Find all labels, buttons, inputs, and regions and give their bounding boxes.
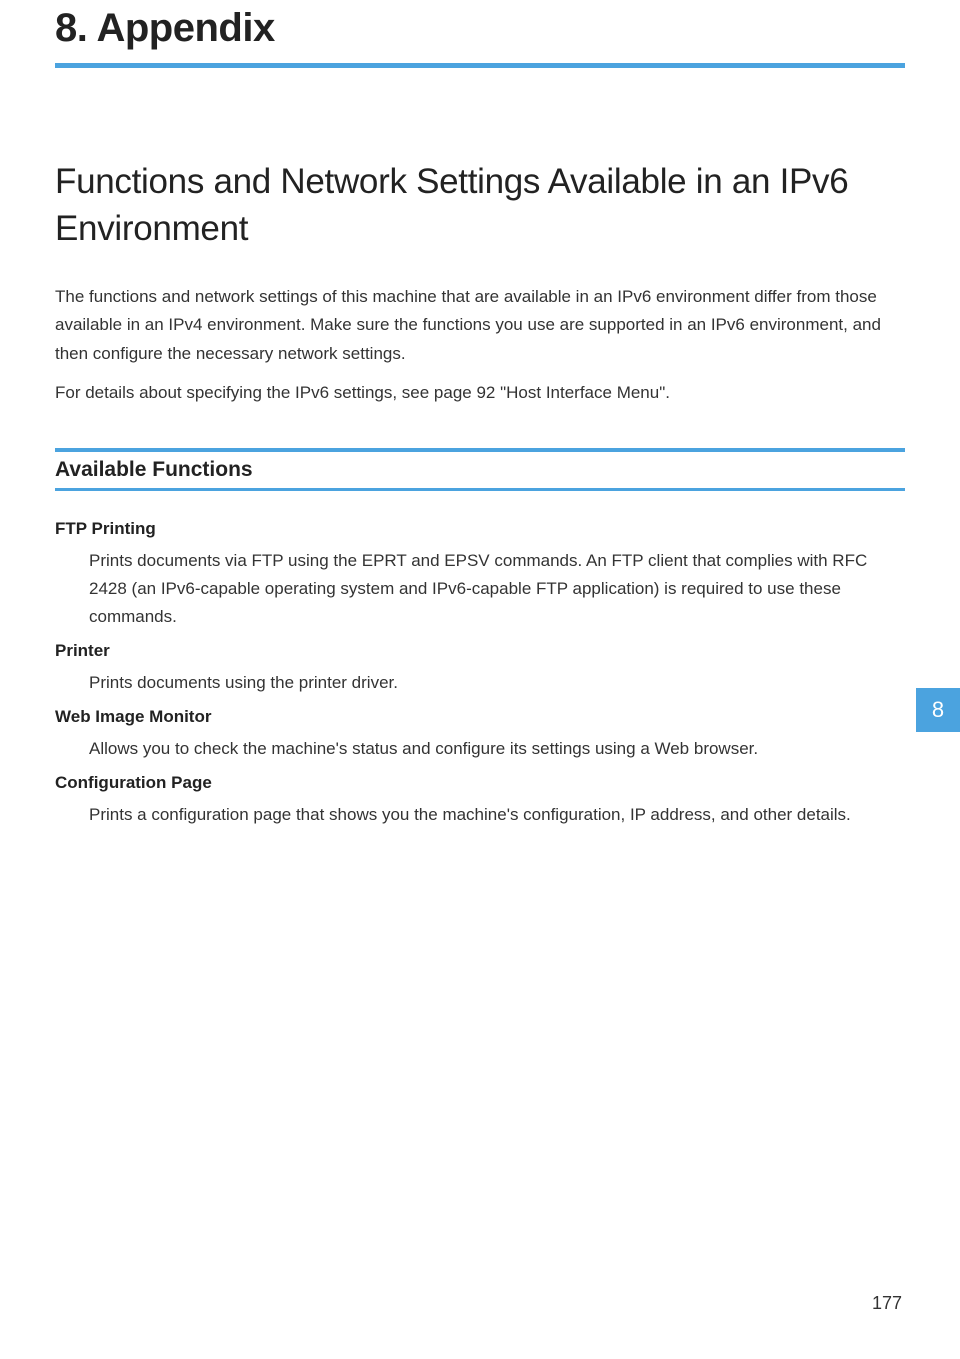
page-number: 177 bbox=[872, 1293, 902, 1314]
chapter-title: 8. Appendix bbox=[55, 0, 905, 63]
chapter-rule bbox=[55, 63, 905, 68]
subsection-title: Available Functions bbox=[55, 455, 905, 488]
function-term: Web Image Monitor bbox=[55, 707, 905, 727]
section-title: Functions and Network Settings Available… bbox=[55, 158, 905, 253]
intro-paragraph-1: The functions and network settings of th… bbox=[55, 283, 905, 370]
subsection-header: Available Functions bbox=[55, 448, 905, 491]
function-definition: Prints documents via FTP using the EPRT … bbox=[55, 547, 905, 631]
function-term: Configuration Page bbox=[55, 773, 905, 793]
function-term: Printer bbox=[55, 641, 905, 661]
function-list: FTP Printing Prints documents via FTP us… bbox=[55, 519, 905, 829]
subsection-rule-bottom bbox=[55, 488, 905, 491]
subsection-rule-top bbox=[55, 448, 905, 452]
function-definition: Prints documents using the printer drive… bbox=[55, 669, 905, 697]
chapter-tab: 8 bbox=[916, 688, 960, 732]
function-definition: Prints a configuration page that shows y… bbox=[55, 801, 905, 829]
function-term: FTP Printing bbox=[55, 519, 905, 539]
intro-paragraph-2: For details about specifying the IPv6 se… bbox=[55, 379, 905, 408]
function-definition: Allows you to check the machine's status… bbox=[55, 735, 905, 763]
